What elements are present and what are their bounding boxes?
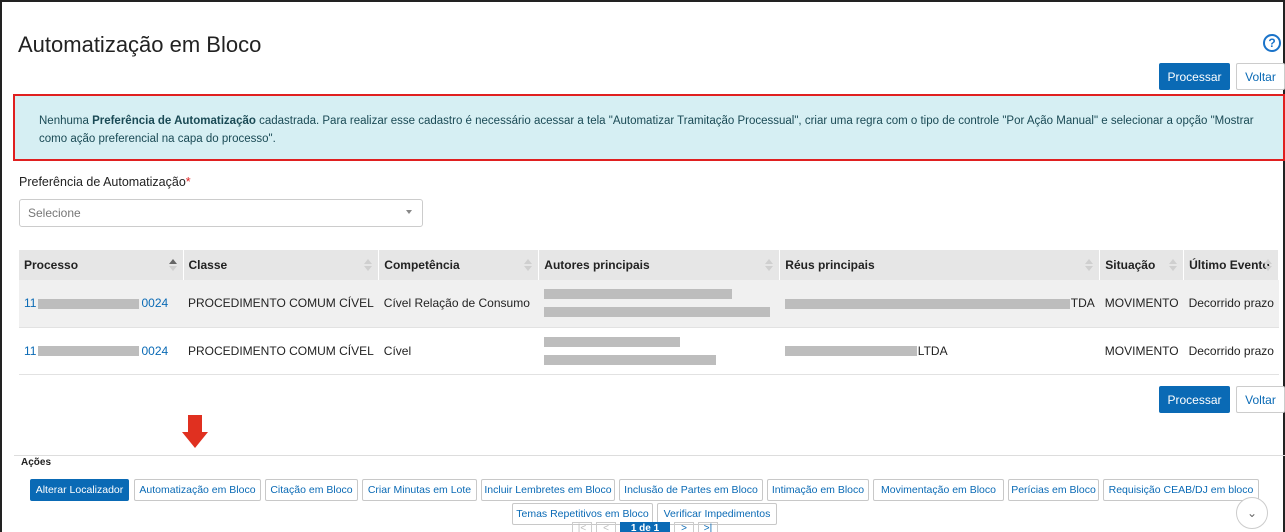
action-incluir-lembretes[interactable]: Incluir Lembretes em Bloco [481, 479, 615, 501]
table-header-row: Processo Classe Competência Autores prin… [19, 250, 1280, 280]
pager-next[interactable]: > [674, 522, 694, 532]
chevron-down-icon [406, 210, 412, 214]
evento-cell: Decorrido prazo [1188, 343, 1274, 358]
col-classe[interactable]: Classe [183, 250, 380, 280]
redacted-block [543, 354, 716, 365]
situacao-cell: MOVIMENTO [1104, 296, 1179, 311]
sort-icon [524, 259, 533, 271]
classe-cell: PROCEDIMENTO COMUM CÍVEL [188, 343, 374, 358]
col-evento[interactable]: Último Evento [1183, 250, 1280, 280]
action-automatizacao-em-bloco[interactable]: Automatização em Bloco [134, 479, 261, 501]
redacted-block [543, 307, 770, 318]
voltar-button-top[interactable]: Voltar [1236, 63, 1285, 90]
acoes-label: Ações [21, 457, 52, 468]
reus-cell: LTDA [780, 327, 1100, 374]
pager-current: 1 de 1 [620, 522, 670, 532]
sort-icon [168, 259, 177, 271]
arrow-head [182, 432, 208, 448]
classe-cell: PROCEDIMENTO COMUM CÍVEL [188, 296, 374, 311]
action-citacao-em-bloco[interactable]: Citação em Bloco [265, 479, 358, 501]
col-situacao[interactable]: Situação [1099, 250, 1185, 280]
table-row: 11 0024 PROCEDIMENTO COMUM CÍVEL Cível Re… [19, 280, 1279, 327]
action-pericias-em-bloco[interactable]: Perícias em Bloco [1008, 479, 1099, 501]
table-row: 11 0024 PROCEDIMENTO COMUM CÍVEL Cível LT… [19, 327, 1279, 374]
redacted-block [543, 289, 732, 300]
pager-last[interactable]: >| [698, 522, 718, 532]
processar-button-bottom[interactable]: Processar [1159, 386, 1230, 413]
processo-prefix: 11 [24, 296, 37, 311]
reus-suffix: TDA [1070, 296, 1095, 311]
arrow-stem [188, 415, 202, 433]
action-inclusao-partes[interactable]: Inclusão de Partes em Bloco [619, 479, 763, 501]
alert-box: Nenhuma Preferência de Automatização cad… [13, 94, 1285, 161]
redacted-block [38, 299, 140, 310]
page-title: Automatização em Bloco [18, 32, 262, 57]
col-autores[interactable]: Autores principais [538, 250, 781, 280]
required-mark: * [185, 175, 191, 189]
alert-bold: Preferência de Automatização [92, 115, 256, 127]
col-reus-label: Réus principais [785, 258, 875, 272]
preferencia-label-text: Preferência de Automatização [19, 175, 186, 189]
action-alterar-localizador[interactable]: Alterar Localizador [30, 479, 129, 501]
select-value: Selecione [28, 206, 81, 220]
col-reus[interactable]: Réus principais [779, 250, 1101, 280]
sort-icon [765, 259, 774, 271]
col-evento-label: Último Evento [1189, 258, 1270, 272]
processar-button-top[interactable]: Processar [1159, 63, 1230, 90]
competencia-cell: Cível Relação de Consumo [383, 296, 530, 311]
preferencia-select[interactable]: Selecione [19, 199, 423, 227]
arrow-down-icon [182, 415, 208, 449]
redacted-block [784, 346, 917, 357]
redacted-block [543, 336, 680, 347]
reus-cell: TDA [780, 280, 1100, 327]
col-autores-label: Autores principais [544, 258, 650, 272]
col-competencia[interactable]: Competência [378, 250, 540, 280]
help-icon[interactable]: ? [1263, 34, 1281, 52]
processo-suffix: 0024 [141, 296, 169, 311]
situacao-cell: MOVIMENTO [1104, 343, 1179, 358]
sort-icon [1169, 259, 1178, 271]
process-table: Processo Classe Competência Autores prin… [19, 250, 1280, 375]
pager-prev[interactable]: < [596, 522, 616, 532]
sort-icon [364, 259, 373, 271]
processo-prefix: 11 [24, 343, 37, 358]
action-criar-minutas[interactable]: Criar Minutas em Lote [362, 479, 477, 501]
action-movimentacao-em-bloco[interactable]: Movimentação em Bloco [873, 479, 1004, 501]
scroll-down-button[interactable]: ⌄ [1236, 497, 1268, 529]
voltar-button-bottom[interactable]: Voltar [1236, 386, 1285, 413]
processo-link[interactable]: 11 0024 [19, 327, 183, 374]
col-processo[interactable]: Processo [19, 250, 184, 280]
chevron-down-icon: ⌄ [1246, 506, 1258, 520]
competencia-cell: Cível [383, 343, 412, 358]
col-competencia-label: Competência [384, 258, 460, 272]
reus-suffix: LTDA [917, 343, 948, 358]
sort-icon [1264, 259, 1273, 271]
preferencia-label: Preferência de Automatização* [19, 175, 191, 189]
col-classe-label: Classe [188, 258, 228, 272]
sort-icon [1085, 259, 1094, 271]
processo-link[interactable]: 11 0024 [19, 280, 183, 327]
autores-cell [539, 327, 780, 374]
redacted-block [784, 299, 1070, 310]
col-processo-label: Processo [24, 258, 79, 272]
action-intimacao-em-bloco[interactable]: Intimação em Bloco [767, 479, 869, 501]
col-situacao-label: Situação [1105, 258, 1156, 272]
action-requisicao-ceab[interactable]: Requisição CEAB/DJ em bloco [1103, 479, 1259, 501]
pager-first[interactable]: |< [572, 522, 592, 532]
autores-cell [539, 280, 780, 327]
redacted-block [38, 346, 140, 357]
processo-suffix: 0024 [141, 343, 169, 358]
evento-cell: Decorrido prazo [1188, 296, 1274, 311]
alert-prefix: Nenhuma [39, 115, 93, 127]
